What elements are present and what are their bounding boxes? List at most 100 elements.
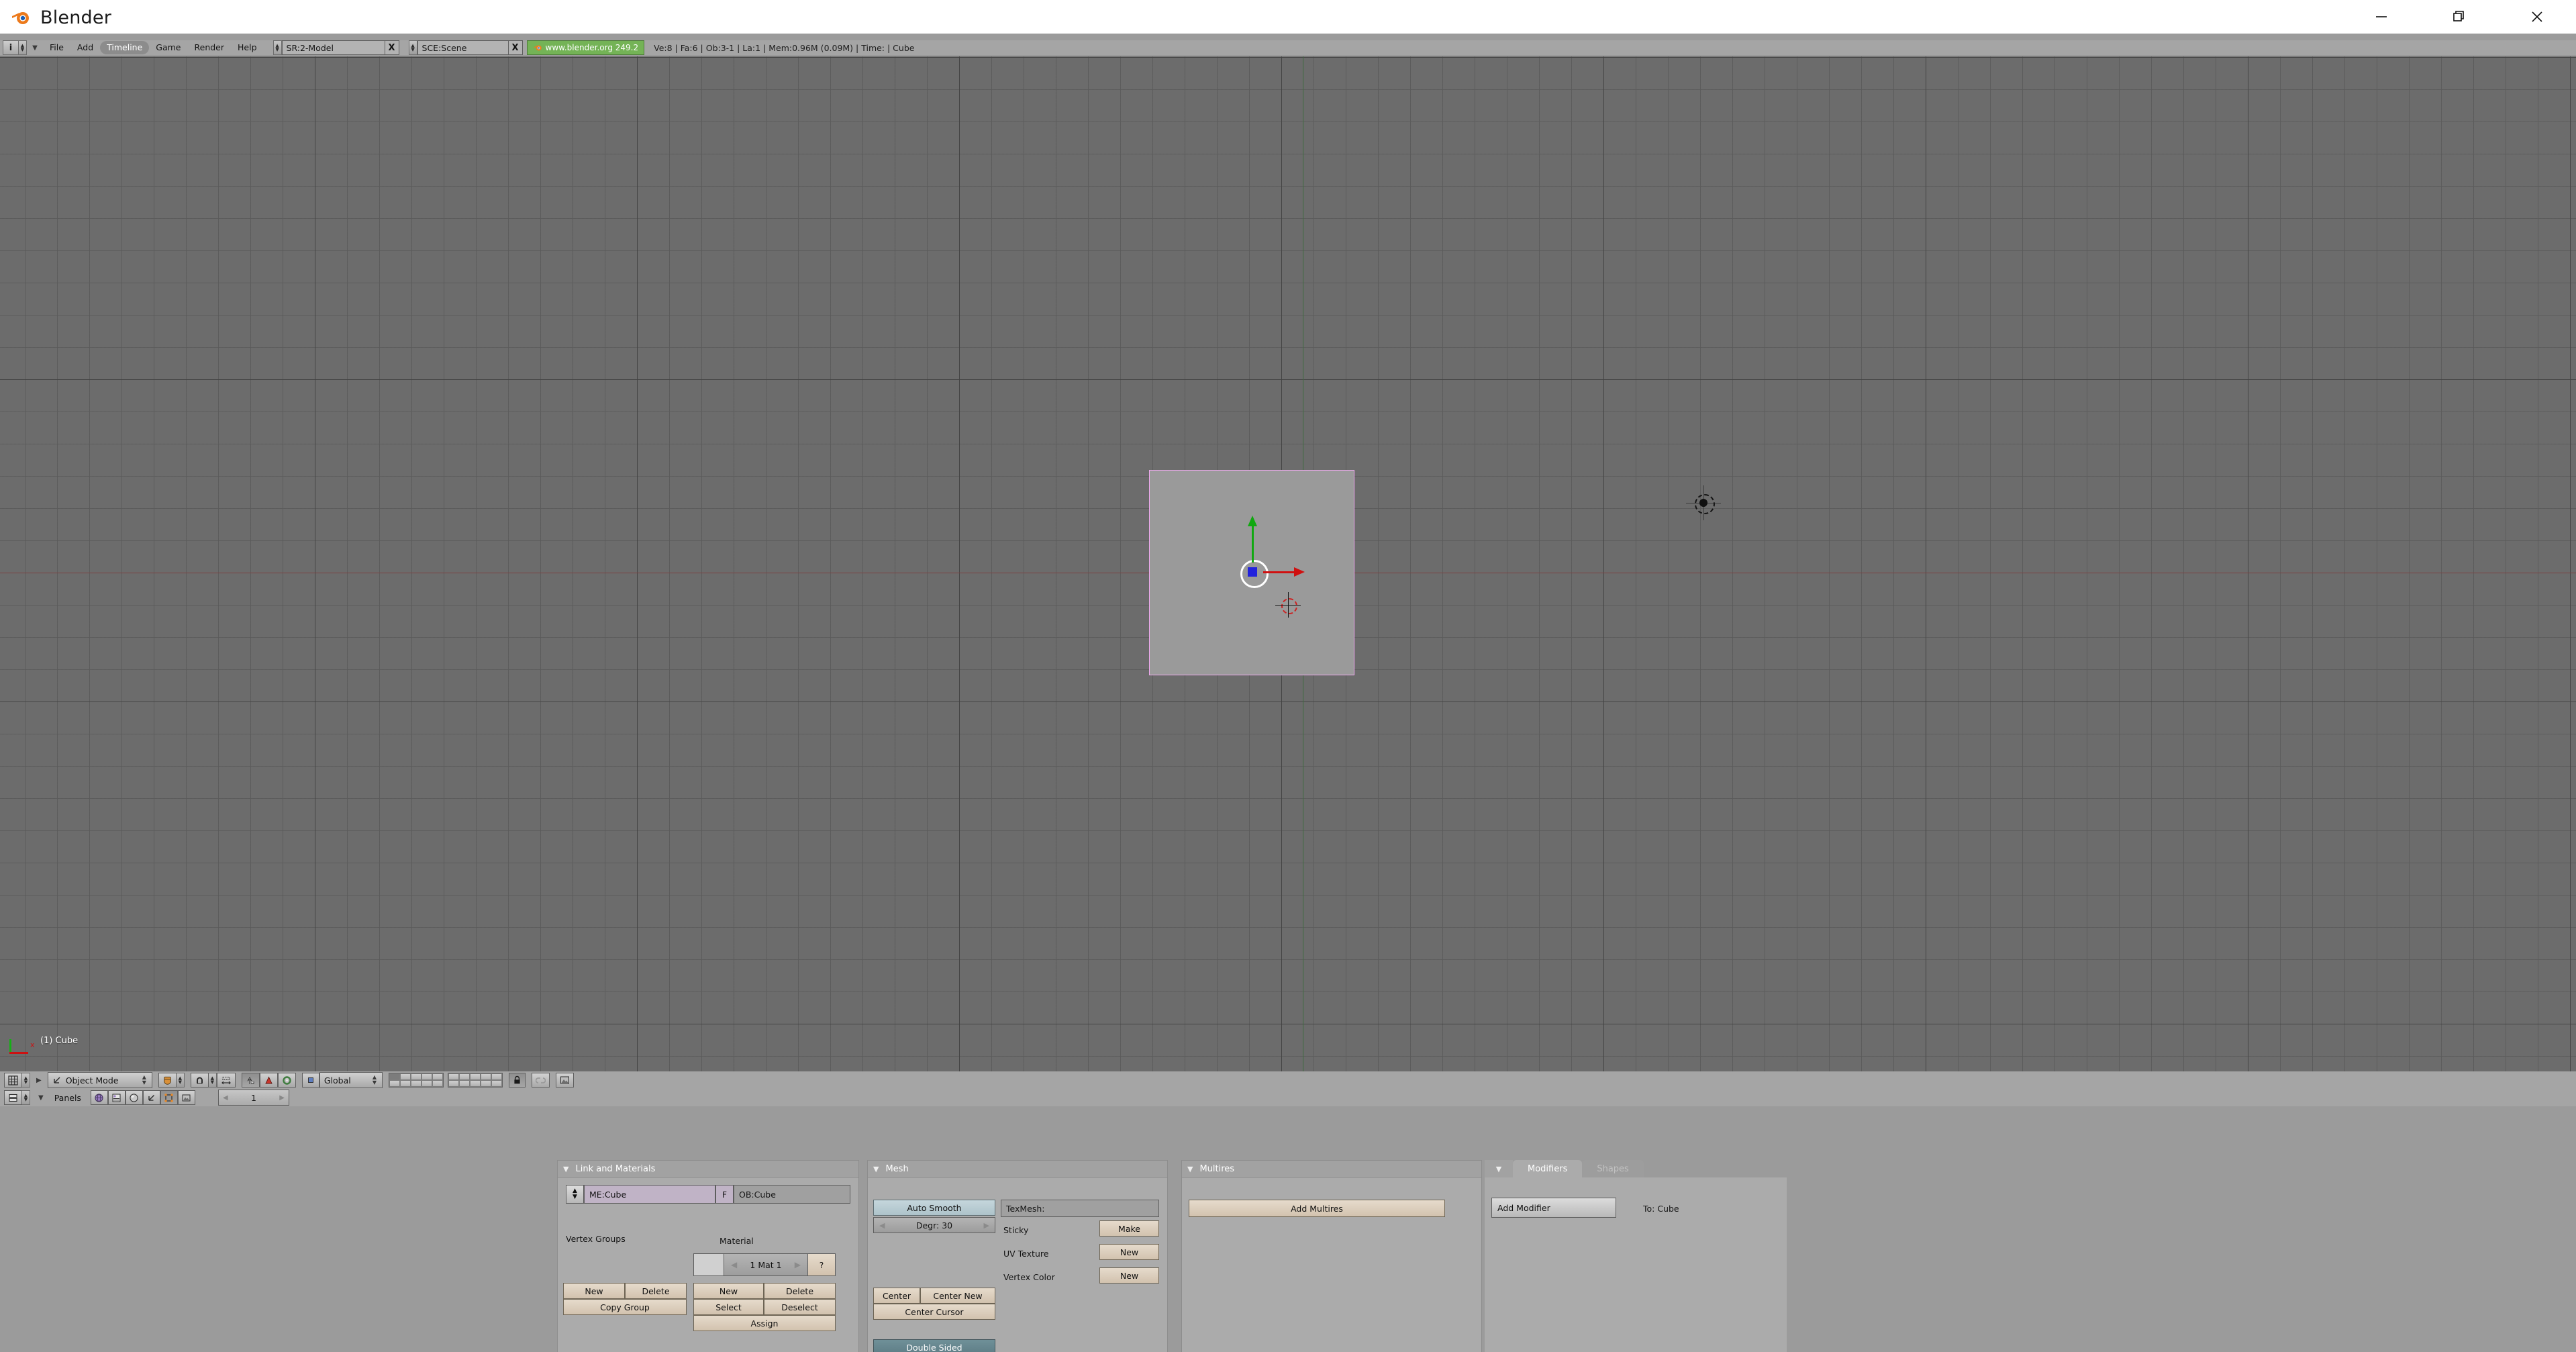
manipulator-rotate-icon[interactable] <box>259 1073 278 1088</box>
texture-buttons-icon[interactable] <box>177 1090 195 1105</box>
layer-buttons-group-1[interactable] <box>389 1073 444 1088</box>
menu-file[interactable]: File <box>43 41 70 54</box>
menu-collapse-icon[interactable]: ▼ <box>27 44 43 52</box>
manipulator-center-handle[interactable] <box>1248 567 1257 577</box>
layer-button[interactable] <box>389 1073 401 1080</box>
layer-button[interactable] <box>448 1073 460 1080</box>
material-next-icon[interactable]: ▶ <box>795 1260 801 1269</box>
snap-magnet-icon[interactable] <box>190 1073 209 1088</box>
layer-button[interactable] <box>470 1073 481 1080</box>
material-prev-icon[interactable]: ◀ <box>731 1260 737 1269</box>
editor-type-spinner[interactable]: ▲ ▼ <box>19 40 27 55</box>
menu-expand-icon[interactable]: ▼ <box>30 1094 52 1102</box>
fake-user-button[interactable]: F <box>715 1185 734 1204</box>
page-next-icon[interactable]: ▶ <box>279 1094 285 1102</box>
panel-collapse-icon[interactable]: ▼ <box>1496 1165 1501 1173</box>
center-new-button[interactable]: Center New <box>920 1288 995 1304</box>
material-slot-selector[interactable]: ◀ 1 Mat 1 ▶ ? <box>693 1253 836 1276</box>
info-editor-icon[interactable]: i <box>3 40 19 55</box>
add-modifier-button[interactable]: Add Modifier <box>1491 1198 1616 1218</box>
layer-button[interactable] <box>459 1080 470 1087</box>
render-link-icon[interactable] <box>532 1073 550 1088</box>
material-delete-button[interactable]: Delete <box>764 1283 836 1299</box>
mesh-name-field[interactable]: ME:Cube <box>584 1185 715 1204</box>
layer-button[interactable] <box>400 1080 411 1087</box>
material-deselect-button[interactable]: Deselect <box>764 1299 836 1315</box>
minimize-icon[interactable] <box>2342 0 2420 34</box>
layer-button[interactable] <box>432 1073 444 1080</box>
snap-mode-spinner[interactable]: ▲ ▼ <box>208 1073 217 1088</box>
panel-page-selector[interactable]: ◀ 1 ▶ <box>217 1090 289 1106</box>
vertex-group-new-button[interactable]: New <box>563 1283 625 1299</box>
panel-collapse-icon[interactable]: ▼ <box>558 1165 575 1173</box>
add-multires-button[interactable]: Add Multires <box>1189 1200 1445 1217</box>
sticky-make-button[interactable]: Make <box>1099 1220 1159 1237</box>
menu-timeline[interactable]: Timeline <box>100 41 150 54</box>
render-preview-icon[interactable] <box>556 1073 575 1088</box>
object-buttons-icon[interactable] <box>142 1090 160 1105</box>
mode-selector[interactable]: Object Mode ▲ ▼ <box>47 1072 152 1088</box>
layer-button[interactable] <box>432 1080 444 1087</box>
layer-buttons-group-2[interactable] <box>448 1073 503 1088</box>
degr-prev-icon[interactable]: ◀ <box>879 1221 885 1230</box>
screen-delete-icon[interactable]: X <box>385 40 399 55</box>
material-buttons-icon[interactable] <box>125 1090 143 1105</box>
manipulator-translate-icon[interactable] <box>241 1073 260 1088</box>
layer-button[interactable] <box>491 1080 503 1087</box>
layer-button[interactable] <box>411 1080 422 1087</box>
editing-buttons-icon[interactable] <box>160 1090 178 1105</box>
auto-smooth-degree-slider[interactable]: ◀ Degr: 30 ▶ <box>873 1217 995 1233</box>
grid-editor-icon[interactable] <box>4 1073 22 1088</box>
tab-modifiers[interactable]: Modifiers <box>1513 1160 1583 1177</box>
copy-group-button[interactable]: Copy Group <box>563 1299 687 1315</box>
shading-mode-spinner[interactable]: ▲ ▼ <box>176 1073 185 1088</box>
page-prev-icon[interactable]: ◀ <box>223 1094 228 1102</box>
viewport-editor-type-spinner[interactable]: ▲ ▼ <box>22 1073 30 1088</box>
material-color-swatch[interactable] <box>694 1254 724 1275</box>
double-sided-button[interactable]: Double Sided <box>873 1339 995 1352</box>
material-select-button[interactable]: Select <box>693 1299 764 1315</box>
manipulator-y-axis-icon[interactable] <box>1251 526 1254 563</box>
layer-button[interactable] <box>481 1073 492 1080</box>
scene-buttons-icon[interactable] <box>107 1090 126 1105</box>
center-cursor-button[interactable]: Center Cursor <box>873 1304 995 1320</box>
tab-shapes[interactable]: Shapes <box>1582 1160 1644 1177</box>
menu-add[interactable]: Add <box>70 41 100 54</box>
center-button[interactable]: Center <box>873 1288 920 1304</box>
uv-texture-new-button[interactable]: New <box>1099 1244 1159 1260</box>
transform-orientation-selector[interactable]: Global ▲ ▼ <box>319 1072 383 1088</box>
buttons-editor-icon[interactable] <box>4 1090 22 1105</box>
layer-button[interactable] <box>422 1080 433 1087</box>
menu-game[interactable]: Game <box>149 41 187 54</box>
panel-collapse-icon[interactable]: ▼ <box>1182 1165 1199 1173</box>
solid-shading-icon[interactable] <box>158 1073 177 1088</box>
snap-target-icon[interactable] <box>216 1073 236 1088</box>
3d-viewport[interactable]: x (1) Cube <box>0 56 2576 1071</box>
material-new-button[interactable]: New <box>693 1283 764 1299</box>
degr-next-icon[interactable]: ▶ <box>984 1221 989 1230</box>
menu-expand-icon[interactable]: ▶ <box>30 1077 48 1084</box>
manipulator-x-axis-icon[interactable] <box>1263 571 1298 573</box>
vertex-color-new-button[interactable]: New <box>1099 1267 1159 1284</box>
restore-icon[interactable] <box>2420 0 2498 34</box>
manipulator-y-arrow-icon[interactable] <box>1248 516 1257 526</box>
layer-button[interactable] <box>491 1073 503 1080</box>
auto-smooth-button[interactable]: Auto Smooth <box>873 1200 995 1216</box>
layer-button[interactable] <box>422 1073 433 1080</box>
panel-header-multires[interactable]: ▼ Multires <box>1182 1161 1481 1178</box>
panel-collapse-icon[interactable]: ▼ <box>868 1165 885 1173</box>
menu-help[interactable]: Help <box>231 41 264 54</box>
layer-button[interactable] <box>448 1080 460 1087</box>
close-icon[interactable] <box>2498 0 2576 34</box>
scene-browse-spinner[interactable]: ▲ ▼ <box>408 40 417 55</box>
scene-delete-icon[interactable]: X <box>508 40 523 55</box>
buttons-editor-type-spinner[interactable]: ▲ ▼ <box>22 1090 30 1105</box>
layer-button[interactable] <box>411 1073 422 1080</box>
vertex-group-delete-button[interactable]: Delete <box>625 1283 687 1299</box>
layer-button[interactable] <box>481 1080 492 1087</box>
scene-name-field[interactable]: SCE:Scene <box>417 40 509 55</box>
lock-icon[interactable] <box>509 1073 526 1088</box>
texmesh-field[interactable]: TexMesh: <box>1001 1200 1159 1217</box>
layer-button[interactable] <box>459 1073 470 1080</box>
layer-button[interactable] <box>470 1080 481 1087</box>
